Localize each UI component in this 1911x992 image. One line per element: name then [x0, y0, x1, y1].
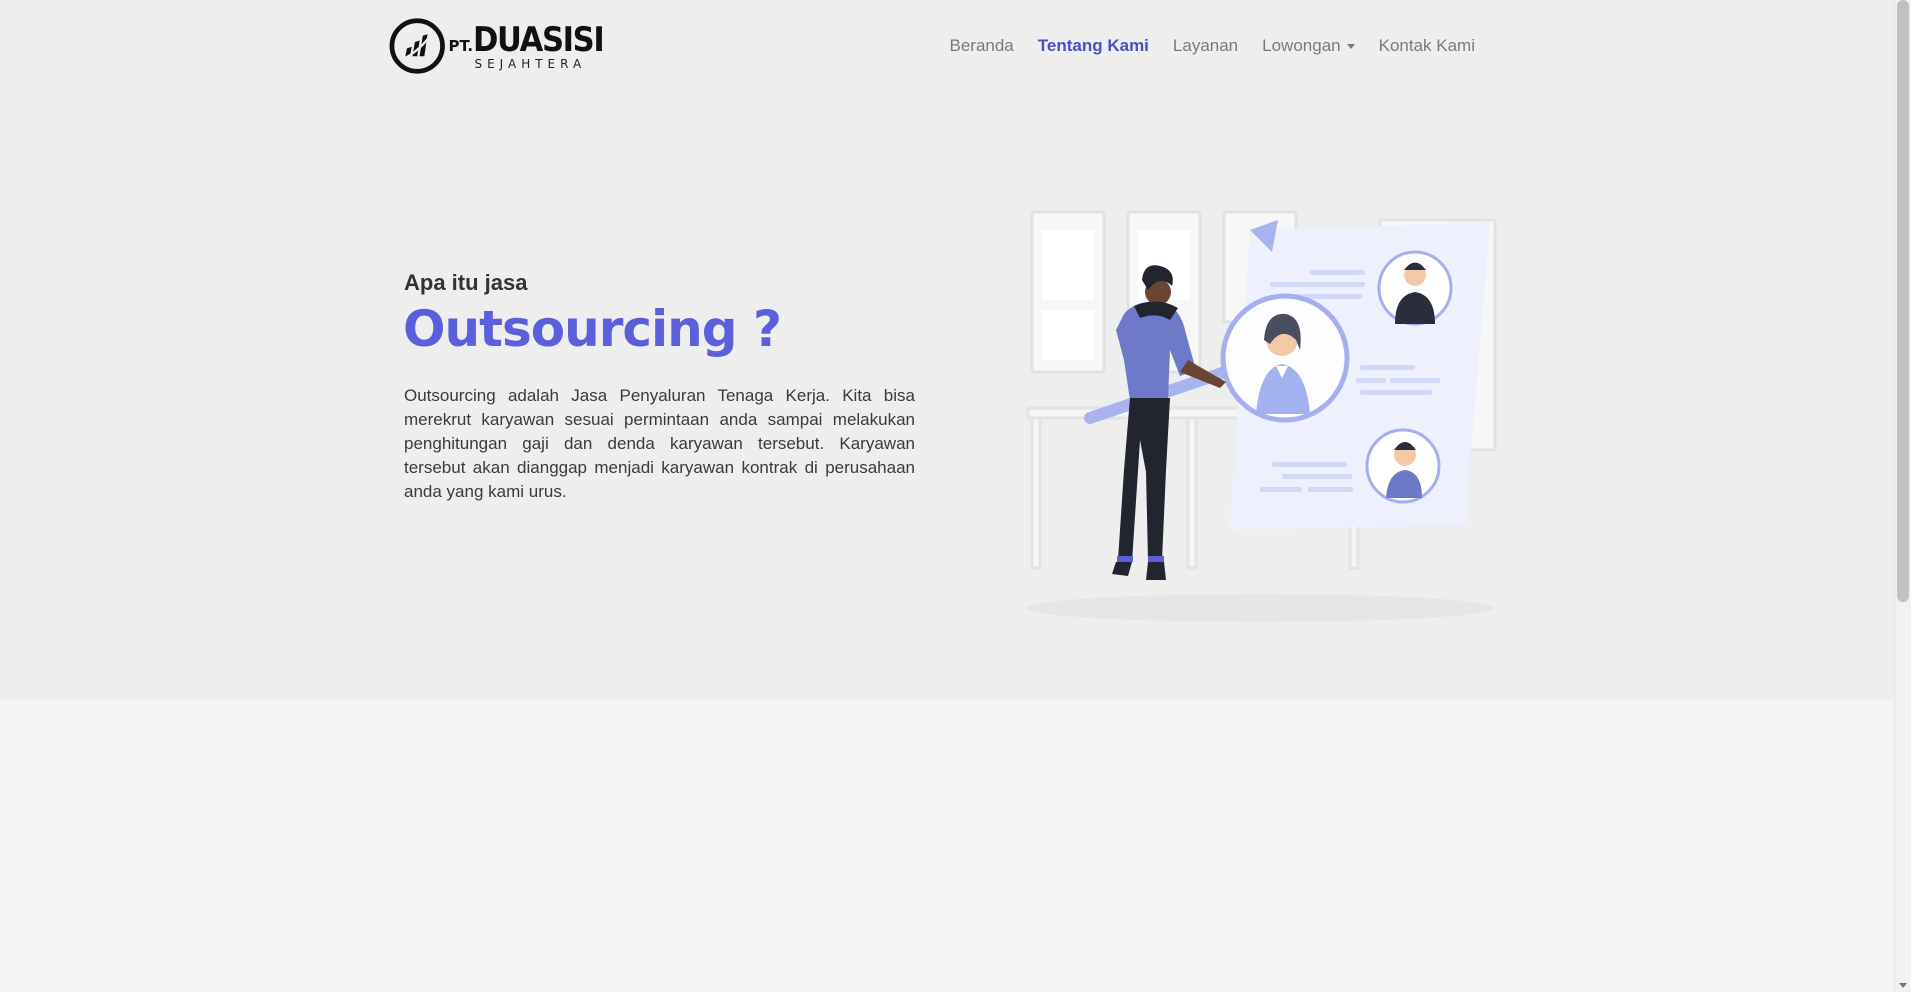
- person-figure: [1112, 265, 1226, 580]
- recruitment-illustration: [1025, 210, 1497, 622]
- nav-lowongan-dropdown[interactable]: Lowongan: [1250, 30, 1366, 62]
- brand-name: DUASISI: [473, 19, 605, 60]
- nav-lowongan-label: Lowongan: [1262, 36, 1341, 55]
- nav-layanan[interactable]: Layanan: [1161, 30, 1250, 62]
- hero-description: Outsourcing adalah Jasa Penyaluran Tenag…: [404, 386, 915, 501]
- caret-down-icon: [1346, 44, 1355, 50]
- brand-logo[interactable]: PT. DUASISI SEJAHTERA: [388, 8, 618, 84]
- nav-beranda[interactable]: Beranda: [937, 30, 1025, 62]
- hero-subtitle: Apa itu jasa: [404, 270, 528, 295]
- hero-section: PT. DUASISI SEJAHTERA Beranda Tentang Ka…: [0, 0, 1895, 700]
- chart-bars-circle-icon: [389, 18, 445, 74]
- main-nav: Beranda Tentang Kami Layanan Lowongan Ko…: [937, 30, 1487, 62]
- page-scrollbar[interactable]: [1894, 0, 1911, 992]
- scroll-down-arrow-icon[interactable]: [1899, 983, 1907, 988]
- browser-viewport: PT. DUASISI SEJAHTERA Beranda Tentang Ka…: [0, 0, 1911, 992]
- nav-kontak-kami[interactable]: Kontak Kami: [1367, 30, 1487, 62]
- hero-title: Outsourcing ?: [403, 300, 782, 358]
- nav-tentang-kami[interactable]: Tentang Kami: [1026, 30, 1161, 62]
- scrollbar-thumb[interactable]: [1897, 0, 1909, 602]
- brand-prefix: PT.: [448, 36, 474, 55]
- brand-wordmark: PT. DUASISI SEJAHTERA: [448, 23, 618, 70]
- lower-section: [0, 700, 1895, 992]
- page: PT. DUASISI SEJAHTERA Beranda Tentang Ka…: [0, 0, 1895, 992]
